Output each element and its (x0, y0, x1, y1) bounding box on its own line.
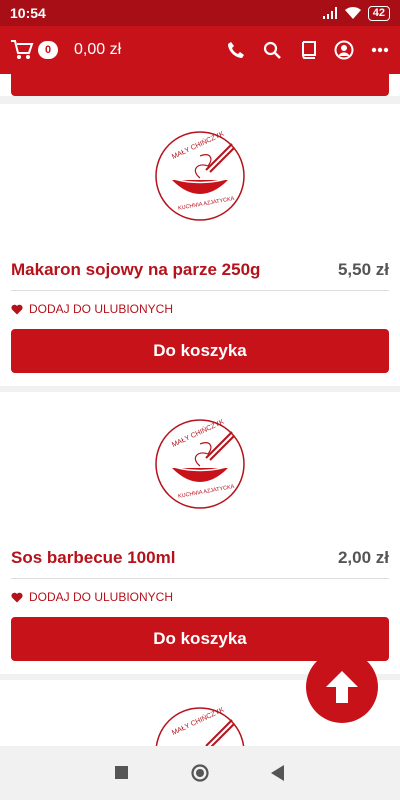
system-nav-bar (0, 746, 400, 800)
product-title[interactable]: Makaron sojowy na parze 250g (11, 260, 260, 280)
divider (11, 578, 389, 579)
product-card: MAŁY CHIŃCZYK KUCHNIA AZJATYCKA Makaron … (0, 104, 400, 386)
status-icons: 42 (322, 5, 390, 21)
arrow-up-icon (326, 671, 358, 703)
product-list: MAŁY CHIŃCZYK KUCHNIA AZJATYCKA Makaron … (0, 74, 400, 746)
more-icon[interactable] (370, 40, 390, 60)
app-bar-actions (226, 40, 390, 60)
heart-icon (11, 592, 23, 602)
app-bar: 0 0,00 zł (0, 26, 400, 74)
product-card-previous (0, 74, 400, 96)
add-to-cart-label: Do koszyka (153, 629, 247, 648)
add-to-cart-label: Do koszyka (153, 341, 247, 360)
divider (11, 290, 389, 291)
favorites-label: DODAJ DO ULUBIONYCH (29, 302, 174, 316)
signal-icon (322, 7, 337, 19)
restaurant-logo: MAŁY CHIŃCZYK KUCHNIA AZJATYCKA (155, 130, 245, 221)
product-header: Makaron sojowy na parze 250g 5,50 zł (11, 260, 389, 280)
add-to-cart-button[interactable]: Do koszyka (11, 329, 389, 373)
cart-total: 0,00 zł (74, 41, 122, 58)
status-bar: 10:54 42 (0, 0, 400, 26)
heart-icon (11, 304, 23, 314)
svg-text:KUCHNIA AZJATYCKA: KUCHNIA AZJATYCKA (178, 196, 236, 212)
add-to-cart-button[interactable] (11, 74, 389, 96)
product-header: Sos barbecue 100ml 2,00 zł (11, 548, 389, 568)
back-icon[interactable] (270, 765, 285, 781)
user-icon[interactable] (334, 40, 354, 60)
product-price: 5,50 zł (337, 260, 389, 279)
cart-count-badge: 0 (38, 41, 58, 59)
add-to-favorites-link[interactable]: DODAJ DO ULUBIONYCH (11, 302, 389, 316)
product-price: 2,00 zł (337, 548, 389, 567)
favorites-label: DODAJ DO ULUBIONYCH (29, 590, 174, 604)
svg-text:KUCHNIA AZJATYCKA: KUCHNIA AZJATYCKA (178, 484, 236, 500)
svg-text:MAŁY CHIŃCZYK: MAŁY CHIŃCZYK (170, 418, 225, 449)
wifi-icon (344, 6, 361, 19)
phone-icon[interactable] (226, 40, 246, 60)
cart-button[interactable]: 0 (10, 39, 58, 61)
recent-apps-icon[interactable] (115, 766, 129, 780)
home-icon[interactable] (190, 763, 210, 783)
svg-text:MAŁY CHIŃCZYK: MAŁY CHIŃCZYK (170, 130, 225, 161)
scroll-to-top-button[interactable] (306, 651, 378, 723)
book-icon[interactable] (298, 40, 318, 60)
search-icon[interactable] (262, 40, 282, 60)
add-to-favorites-link[interactable]: DODAJ DO ULUBIONYCH (11, 590, 389, 604)
status-time: 10:54 (10, 5, 46, 21)
product-card: MAŁY CHIŃCZYK KUCHNIA AZJATYCKA Sos barb… (0, 392, 400, 674)
restaurant-logo: MAŁY CHIŃCZYK KUCHNIA AZJATYCKA (155, 418, 245, 509)
cart-icon (11, 40, 34, 59)
product-title[interactable]: Sos barbecue 100ml (11, 548, 175, 568)
battery-indicator: 42 (367, 5, 390, 21)
restaurant-logo: MAŁY CHIŃCZYK (155, 706, 245, 746)
svg-text:MAŁY CHIŃCZYK: MAŁY CHIŃCZYK (170, 706, 225, 737)
